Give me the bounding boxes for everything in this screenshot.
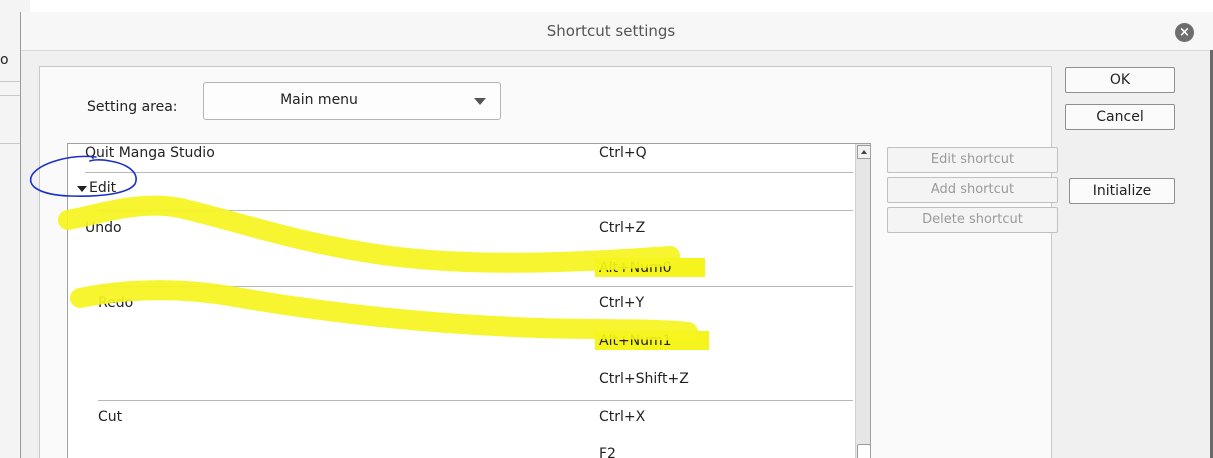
shortcut-key: Ctrl+X (599, 409, 646, 425)
shortcut-key: Ctrl+Shift+Z (599, 371, 689, 387)
chevron-down-icon (474, 98, 486, 105)
row-divider (85, 172, 853, 173)
list-item[interactable]: Undo Ctrl+Z Alt+Num0 (68, 216, 855, 286)
title-bar[interactable]: Shortcut settings × (21, 12, 1213, 51)
cancel-button[interactable]: Cancel (1065, 104, 1175, 130)
arrow-up-icon (861, 150, 867, 154)
close-icon[interactable]: × (1175, 23, 1194, 42)
row-divider (98, 286, 853, 287)
shortcut-key: Alt+Num1 (599, 333, 672, 349)
category-row-edit[interactable]: Edit (68, 174, 855, 210)
shortcut-key: Alt+Num0 (599, 260, 672, 276)
dialog-title: Shortcut settings (546, 22, 676, 40)
command-name: Undo (85, 220, 122, 236)
delete-shortcut-button[interactable]: Delete shortcut (887, 207, 1058, 233)
background-app-text: o (0, 52, 9, 68)
shortcut-settings-dialog: Shortcut settings × Setting area: Main m… (20, 12, 1213, 458)
scrollbar-thumb[interactable] (857, 444, 870, 458)
vertical-scrollbar[interactable] (855, 144, 870, 458)
list-item[interactable]: Cut Ctrl+X F2 (68, 406, 855, 458)
expand-caret-icon (77, 186, 87, 192)
scroll-up-button[interactable] (857, 145, 870, 159)
settings-panel: Setting area: Main menu Quit Manga Studi… (39, 66, 1058, 458)
list-item[interactable]: Redo Ctrl+Y Alt+Num1 Ctrl+Shift+Z (68, 292, 855, 398)
edit-shortcut-button[interactable]: Edit shortcut (887, 147, 1058, 173)
ok-button[interactable]: OK (1065, 67, 1175, 93)
setting-area-value: Main menu (280, 92, 358, 108)
row-divider (98, 210, 853, 211)
shortcut-key: F2 (599, 446, 616, 458)
initialize-button[interactable]: Initialize (1069, 178, 1175, 204)
command-name: Cut (98, 409, 123, 425)
setting-area-select[interactable]: Main menu (203, 82, 501, 120)
row-divider (98, 400, 853, 401)
shortcut-key: Ctrl+Y (599, 295, 645, 311)
add-shortcut-button[interactable]: Add shortcut (887, 177, 1058, 203)
shortcut-key: Ctrl+Q (599, 145, 647, 161)
shortcut-key: Ctrl+Z (599, 220, 646, 236)
command-name: Quit Manga Studio (85, 145, 215, 161)
list-item[interactable]: Quit Manga Studio Ctrl+Q (68, 144, 855, 174)
setting-area-label: Setting area: (87, 99, 178, 115)
category-name: Edit (89, 180, 117, 196)
shortcut-list[interactable]: Quit Manga Studio Ctrl+Q Edit Undo Ctrl+… (67, 143, 871, 458)
command-name: Redo (98, 295, 134, 311)
